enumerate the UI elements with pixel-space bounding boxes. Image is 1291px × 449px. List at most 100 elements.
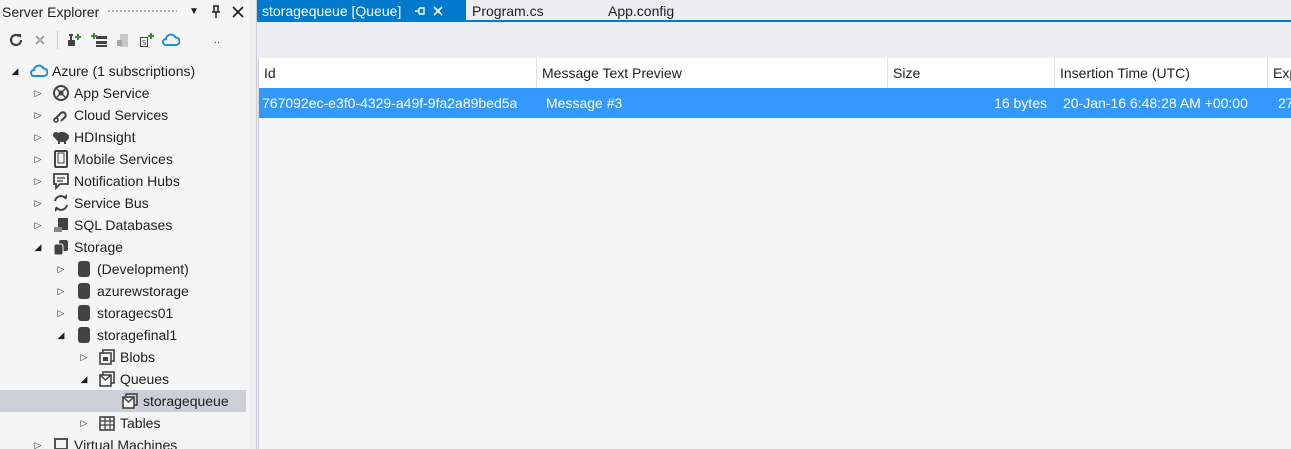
tree-node-queues[interactable]: ◢ Queues xyxy=(0,368,246,390)
tables-icon xyxy=(98,414,116,432)
tree-node-cloud-services[interactable]: ▷ Cloud Services xyxy=(0,104,246,126)
server-explorer-panel: Server Explorer ▼ S ‥ ◢ Azure (1 subscri… xyxy=(0,0,249,449)
tab-label: Program.cs xyxy=(472,2,544,19)
collapsed-arrow-icon[interactable]: ▷ xyxy=(31,126,45,148)
collapsed-arrow-icon[interactable]: ▷ xyxy=(54,258,68,280)
hdinsight-icon xyxy=(52,128,70,146)
tree-node-azurewstorage[interactable]: ▷ azurewstorage xyxy=(0,280,246,302)
tree-node-development[interactable]: ▷ (Development) xyxy=(0,258,246,280)
tree-node-mobile-services[interactable]: ▷ Mobile Services xyxy=(0,148,246,170)
cell-insertion-time: 20-Jan-16 6:48:28 AM +00:00 xyxy=(1063,95,1248,111)
expanded-arrow-icon[interactable]: ◢ xyxy=(8,60,22,82)
tree-node-azure[interactable]: ◢ Azure (1 subscriptions) xyxy=(0,60,246,82)
toolbar-separator xyxy=(199,31,200,49)
tree-node-label: azurewstorage xyxy=(97,283,189,299)
tree-node-label: App Service xyxy=(74,85,150,101)
tree-node-label: HDInsight xyxy=(74,129,136,145)
panel-splitter[interactable] xyxy=(249,0,257,449)
sharepoint-icon[interactable]: S xyxy=(135,28,159,52)
tree-node-label: Cloud Services xyxy=(74,107,169,123)
tree-node-label: storagequeue xyxy=(143,393,229,409)
collapsed-arrow-icon[interactable]: ▷ xyxy=(31,214,45,236)
tab-program-cs[interactable]: Program.cs xyxy=(467,0,587,21)
tree-node-storage[interactable]: ◢ Storage xyxy=(0,236,246,258)
azure-connect-icon[interactable] xyxy=(159,28,183,52)
svg-text:S: S xyxy=(142,39,147,47)
service-bus-icon xyxy=(52,194,70,212)
connect-to-database-icon[interactable] xyxy=(111,28,135,52)
tree-node-sql-databases[interactable]: ▷ SQL Databases xyxy=(0,214,246,236)
tree-node-service-bus[interactable]: ▷ Service Bus xyxy=(0,192,246,214)
app-service-icon xyxy=(52,84,70,102)
collapsed-arrow-icon[interactable]: ▷ xyxy=(31,148,45,170)
collapsed-arrow-icon[interactable]: ▷ xyxy=(31,170,45,192)
tree-node-hdinsight[interactable]: ▷ HDInsight xyxy=(0,126,246,148)
column-header-id[interactable]: Id xyxy=(259,58,537,88)
toolbar-overflow-icon[interactable]: ‥ xyxy=(205,28,229,52)
collapsed-arrow-icon[interactable]: ▷ xyxy=(31,434,45,449)
virtual-machines-icon xyxy=(52,436,70,449)
notification-hubs-icon xyxy=(52,172,70,190)
add-connection-icon[interactable] xyxy=(87,28,111,52)
queue-messages-grid: Id Message Text Preview Size Insertion T… xyxy=(258,58,1291,449)
tab-label: storagequeue [Queue] xyxy=(262,2,402,19)
pin-icon[interactable] xyxy=(411,2,429,20)
sql-databases-icon xyxy=(52,216,70,234)
server-explorer-toolbar: S ‥ xyxy=(0,27,249,53)
tree-node-label: Storage xyxy=(74,239,124,255)
tree-node-label: Blobs xyxy=(120,349,156,365)
tree-node-label: Service Bus xyxy=(74,195,149,211)
expanded-arrow-icon[interactable]: ◢ xyxy=(54,324,68,346)
close-icon[interactable] xyxy=(429,2,447,20)
tree-node-label: Azure (1 subscriptions) xyxy=(52,63,196,79)
tree-node-storagecs01[interactable]: ▷ storagecs01 xyxy=(0,302,246,324)
tree-node-notification-hubs[interactable]: ▷ Notification Hubs xyxy=(0,170,246,192)
server-explorer-header: Server Explorer ▼ xyxy=(0,0,249,23)
column-header-size[interactable]: Size xyxy=(888,58,1055,88)
azure-cloud-icon xyxy=(30,62,48,80)
expanded-arrow-icon[interactable]: ◢ xyxy=(77,368,91,390)
column-header-insertion-time[interactable]: Insertion Time (UTC) xyxy=(1055,58,1268,88)
tree-node-label: Tables xyxy=(120,415,161,431)
mobile-services-icon xyxy=(52,150,70,168)
collapsed-arrow-icon[interactable]: ▷ xyxy=(77,346,91,368)
column-header-expiration[interactable]: Exp xyxy=(1268,58,1291,88)
tree-node-tables[interactable]: ▷ Tables xyxy=(0,412,246,434)
collapsed-arrow-icon[interactable]: ▷ xyxy=(31,82,45,104)
connect-to-server-icon[interactable] xyxy=(63,28,87,52)
panel-drag-grip[interactable] xyxy=(107,9,177,14)
tab-app-config[interactable]: App.config xyxy=(603,0,723,21)
collapsed-arrow-icon[interactable]: ▷ xyxy=(77,412,91,434)
collapsed-arrow-icon[interactable]: ▷ xyxy=(31,104,45,126)
collapsed-arrow-icon[interactable]: ▷ xyxy=(54,302,68,324)
close-icon[interactable] xyxy=(227,1,249,23)
column-header-message[interactable]: Message Text Preview xyxy=(537,58,888,88)
dropdown-icon[interactable]: ▼ xyxy=(183,1,205,23)
cell-id: 767092ec-e3f0-4329-a49f-9fa2a89bed5a xyxy=(262,95,518,111)
tree-node-virtual-machines[interactable]: ▷ Virtual Machines xyxy=(0,434,246,449)
no-expander xyxy=(100,390,114,412)
stop-icon[interactable] xyxy=(28,28,52,52)
queue-toolbar xyxy=(258,24,1291,58)
tree-node-blobs[interactable]: ▷ Blobs xyxy=(0,346,246,368)
tree-node-app-service[interactable]: ▷ App Service xyxy=(0,82,246,104)
storage-account-icon xyxy=(75,304,93,322)
tab-storagequeue[interactable]: storagequeue [Queue] xyxy=(257,0,466,21)
queues-icon xyxy=(98,370,116,388)
storage-account-icon xyxy=(75,260,93,278)
collapsed-arrow-icon[interactable]: ▷ xyxy=(31,192,45,214)
panel-title: Server Explorer xyxy=(2,3,100,20)
cell-size: 16 bytes xyxy=(994,95,1047,111)
expanded-arrow-icon[interactable]: ◢ xyxy=(31,236,45,258)
tree-node-storagefinal1[interactable]: ◢ storagefinal1 xyxy=(0,324,246,346)
tab-label: App.config xyxy=(608,2,675,19)
tree-node-label: Virtual Machines xyxy=(74,437,178,449)
storage-account-icon xyxy=(75,326,93,344)
tree-node-storagequeue[interactable]: storagequeue xyxy=(0,390,246,412)
collapsed-arrow-icon[interactable]: ▷ xyxy=(54,280,68,302)
table-row[interactable]: 767092ec-e3f0-4329-a49f-9fa2a89bed5a Mes… xyxy=(259,88,1291,118)
tree-node-label: Queues xyxy=(120,371,170,387)
document-tab-strip: storagequeue [Queue] Program.cs App.conf… xyxy=(257,0,1291,22)
pin-icon[interactable] xyxy=(205,1,227,23)
refresh-icon[interactable] xyxy=(4,28,28,52)
